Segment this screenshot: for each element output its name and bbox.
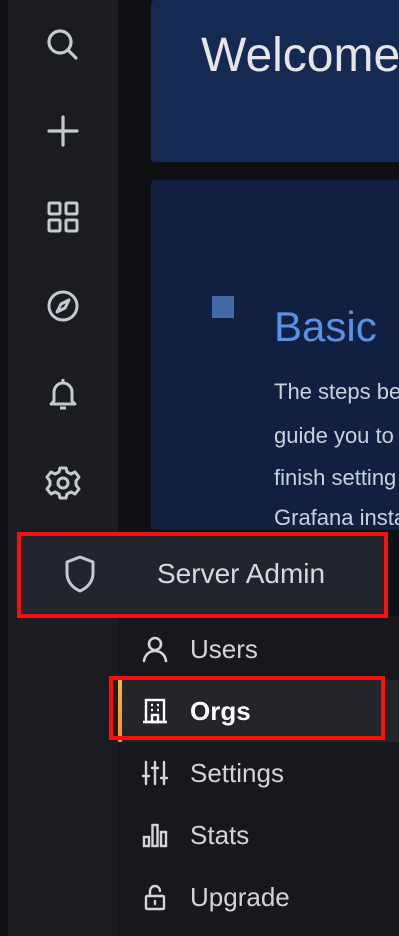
- sliders-icon-wrapper: [140, 758, 170, 788]
- plus-icon: [47, 115, 79, 147]
- sidebar-search-button[interactable]: [8, 15, 118, 75]
- sidebar-configuration-button[interactable]: [8, 453, 118, 513]
- setup-description-line: Grafana installation.: [274, 505, 399, 530]
- dashboards-icon: [47, 201, 79, 233]
- shield-icon: [65, 555, 95, 593]
- building-icon-wrapper: [140, 696, 170, 726]
- setup-title: Basic: [274, 303, 377, 350]
- sidebar-alerting-button[interactable]: [8, 364, 118, 424]
- submenu-item-stats[interactable]: Stats: [118, 804, 399, 866]
- alerting-icon: [49, 379, 77, 410]
- bar-chart-icon-wrapper: [140, 820, 170, 850]
- submenu-item-label: Stats: [190, 819, 250, 850]
- shield-icon-wrapper: [40, 532, 120, 616]
- setup-description-line: finish setting up your: [274, 465, 399, 490]
- submenu-item-users[interactable]: Users: [118, 618, 399, 680]
- user-icon-wrapper: [140, 634, 170, 664]
- sidebar-explore-button[interactable]: [8, 276, 118, 336]
- setup-description-line: guide you to quickly: [274, 423, 399, 448]
- sidebar-item-server-admin[interactable]: Server Admin: [20, 532, 384, 616]
- bar-chart-icon: [142, 823, 168, 848]
- unlock-icon: [144, 884, 166, 911]
- configuration-icon: [45, 466, 81, 500]
- submenu-item-label: Settings: [190, 757, 284, 788]
- setup-step-bullet: [212, 296, 234, 318]
- submenu-item-orgs[interactable]: Orgs: [118, 680, 399, 742]
- sliders-icon: [141, 760, 169, 786]
- submenu-item-label: Users: [190, 633, 258, 664]
- submenu-item-upgrade[interactable]: Upgrade: [118, 866, 399, 928]
- submenu-item-label: Orgs: [190, 695, 251, 726]
- welcome-title: Welcome to Grafana: [201, 29, 399, 82]
- unlock-icon-wrapper: [140, 882, 170, 912]
- building-icon: [143, 698, 167, 724]
- submenu-item-settings[interactable]: Settings: [118, 742, 399, 804]
- setup-description-line: The steps below will: [274, 379, 399, 404]
- user-icon: [142, 636, 168, 663]
- submenu-item-label: Upgrade: [190, 881, 290, 912]
- sidebar-create-button[interactable]: [8, 101, 118, 161]
- search-icon: [47, 29, 78, 60]
- sidebar-dashboards-button[interactable]: [8, 187, 118, 247]
- server-admin-title: Server Admin: [157, 558, 326, 589]
- explore-icon: [47, 290, 79, 322]
